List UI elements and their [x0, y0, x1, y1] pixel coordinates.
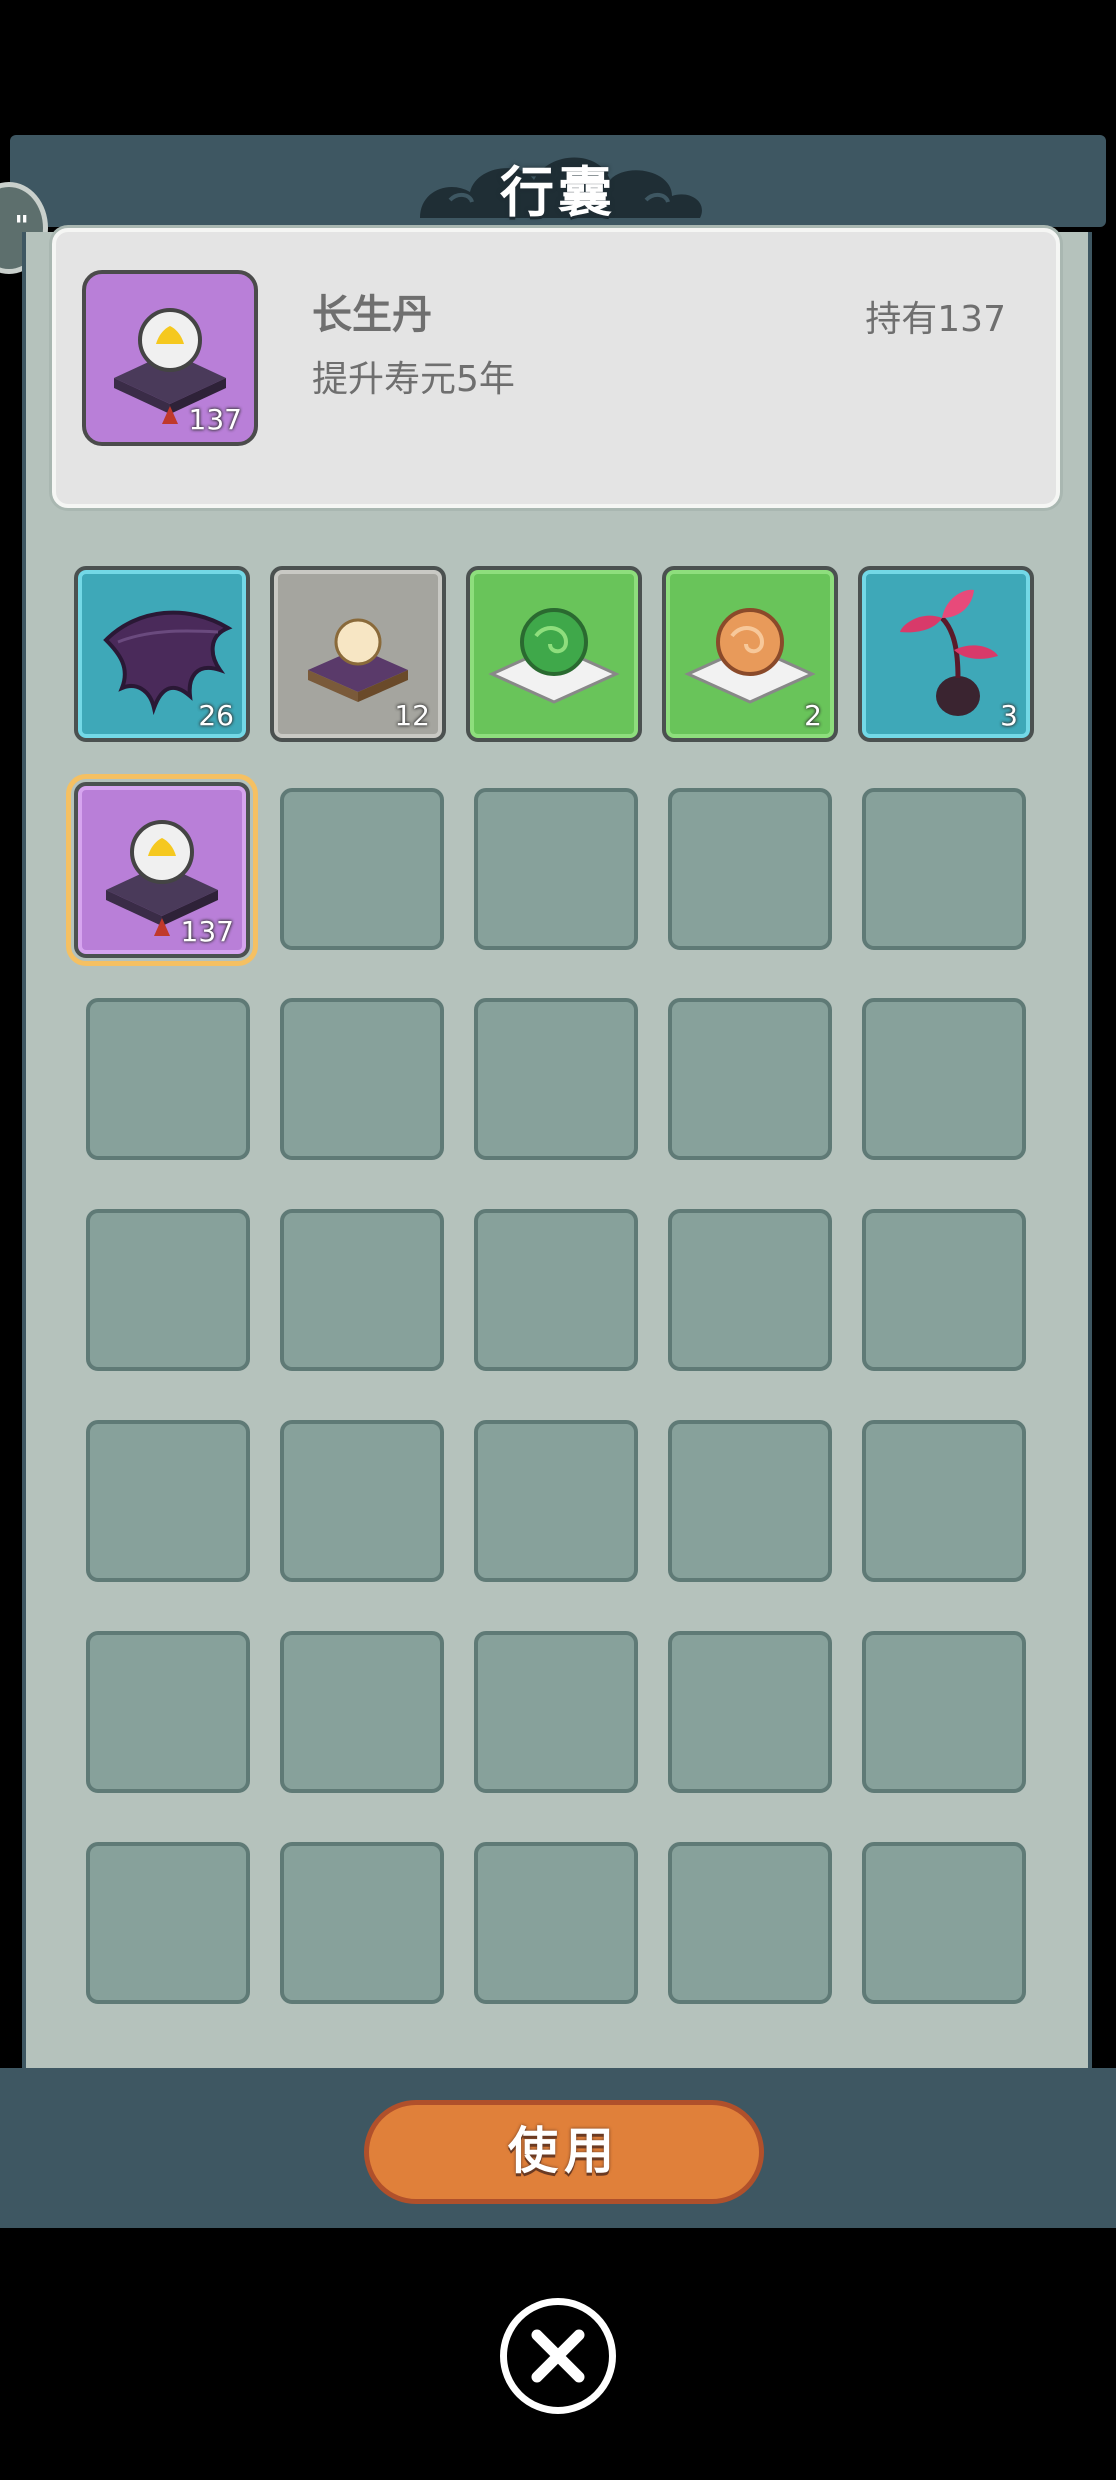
empty-slot[interactable]: [474, 1209, 638, 1371]
empty-slot[interactable]: [86, 1209, 250, 1371]
inventory-slot[interactable]: 26: [74, 566, 250, 742]
use-button[interactable]: 使用: [364, 2100, 764, 2204]
empty-slot[interactable]: [862, 1631, 1026, 1793]
inventory-slot[interactable]: 12: [270, 566, 446, 742]
empty-slot[interactable]: [280, 1209, 444, 1371]
item-name: 长生丹: [312, 292, 432, 338]
empty-slot[interactable]: [474, 788, 638, 950]
empty-slot[interactable]: [862, 1420, 1026, 1582]
empty-slot[interactable]: [280, 998, 444, 1160]
item-count: 12: [394, 699, 430, 732]
inventory-slot[interactable]: [466, 566, 642, 742]
empty-slot[interactable]: [474, 1842, 638, 2004]
item-count: 2: [804, 699, 822, 732]
empty-slot[interactable]: [280, 1631, 444, 1793]
empty-slot[interactable]: [86, 1631, 250, 1793]
empty-slot[interactable]: [668, 998, 832, 1160]
empty-slot[interactable]: [862, 998, 1026, 1160]
item-count: 26: [198, 699, 234, 732]
inventory-slot[interactable]: 3: [858, 566, 1034, 742]
empty-slot[interactable]: [280, 1420, 444, 1582]
inventory-slot[interactable]: 2: [662, 566, 838, 742]
inventory-slot-selected[interactable]: 137: [66, 774, 258, 966]
empty-slot[interactable]: [862, 1842, 1026, 2004]
close-icon: [531, 2329, 585, 2383]
page-title: 行囊: [500, 161, 616, 224]
detail-count: 137: [188, 403, 242, 436]
green-orb-icon: [488, 608, 620, 704]
item-description: 提升寿元5年: [312, 359, 515, 400]
item-count: 3: [1000, 699, 1018, 732]
close-button[interactable]: [500, 2298, 616, 2414]
empty-slot[interactable]: [668, 1209, 832, 1371]
empty-slot[interactable]: [474, 1420, 638, 1582]
item-held-count: 持有137: [865, 299, 1006, 340]
empty-slot[interactable]: [862, 1209, 1026, 1371]
empty-slot[interactable]: [668, 788, 832, 950]
pill-on-cushion-icon: 137: [82, 270, 258, 446]
empty-slot[interactable]: [86, 998, 250, 1160]
empty-slot[interactable]: [668, 1631, 832, 1793]
empty-slot[interactable]: [280, 788, 444, 950]
empty-slot[interactable]: [474, 998, 638, 1160]
empty-slot[interactable]: [86, 1842, 250, 2004]
empty-slot[interactable]: [86, 1420, 250, 1582]
empty-slot[interactable]: [280, 1842, 444, 2004]
empty-slot[interactable]: [668, 1842, 832, 2004]
empty-slot[interactable]: [474, 1631, 638, 1793]
empty-slot[interactable]: [668, 1420, 832, 1582]
item-count: 137: [180, 915, 234, 948]
empty-slot[interactable]: [862, 788, 1026, 950]
